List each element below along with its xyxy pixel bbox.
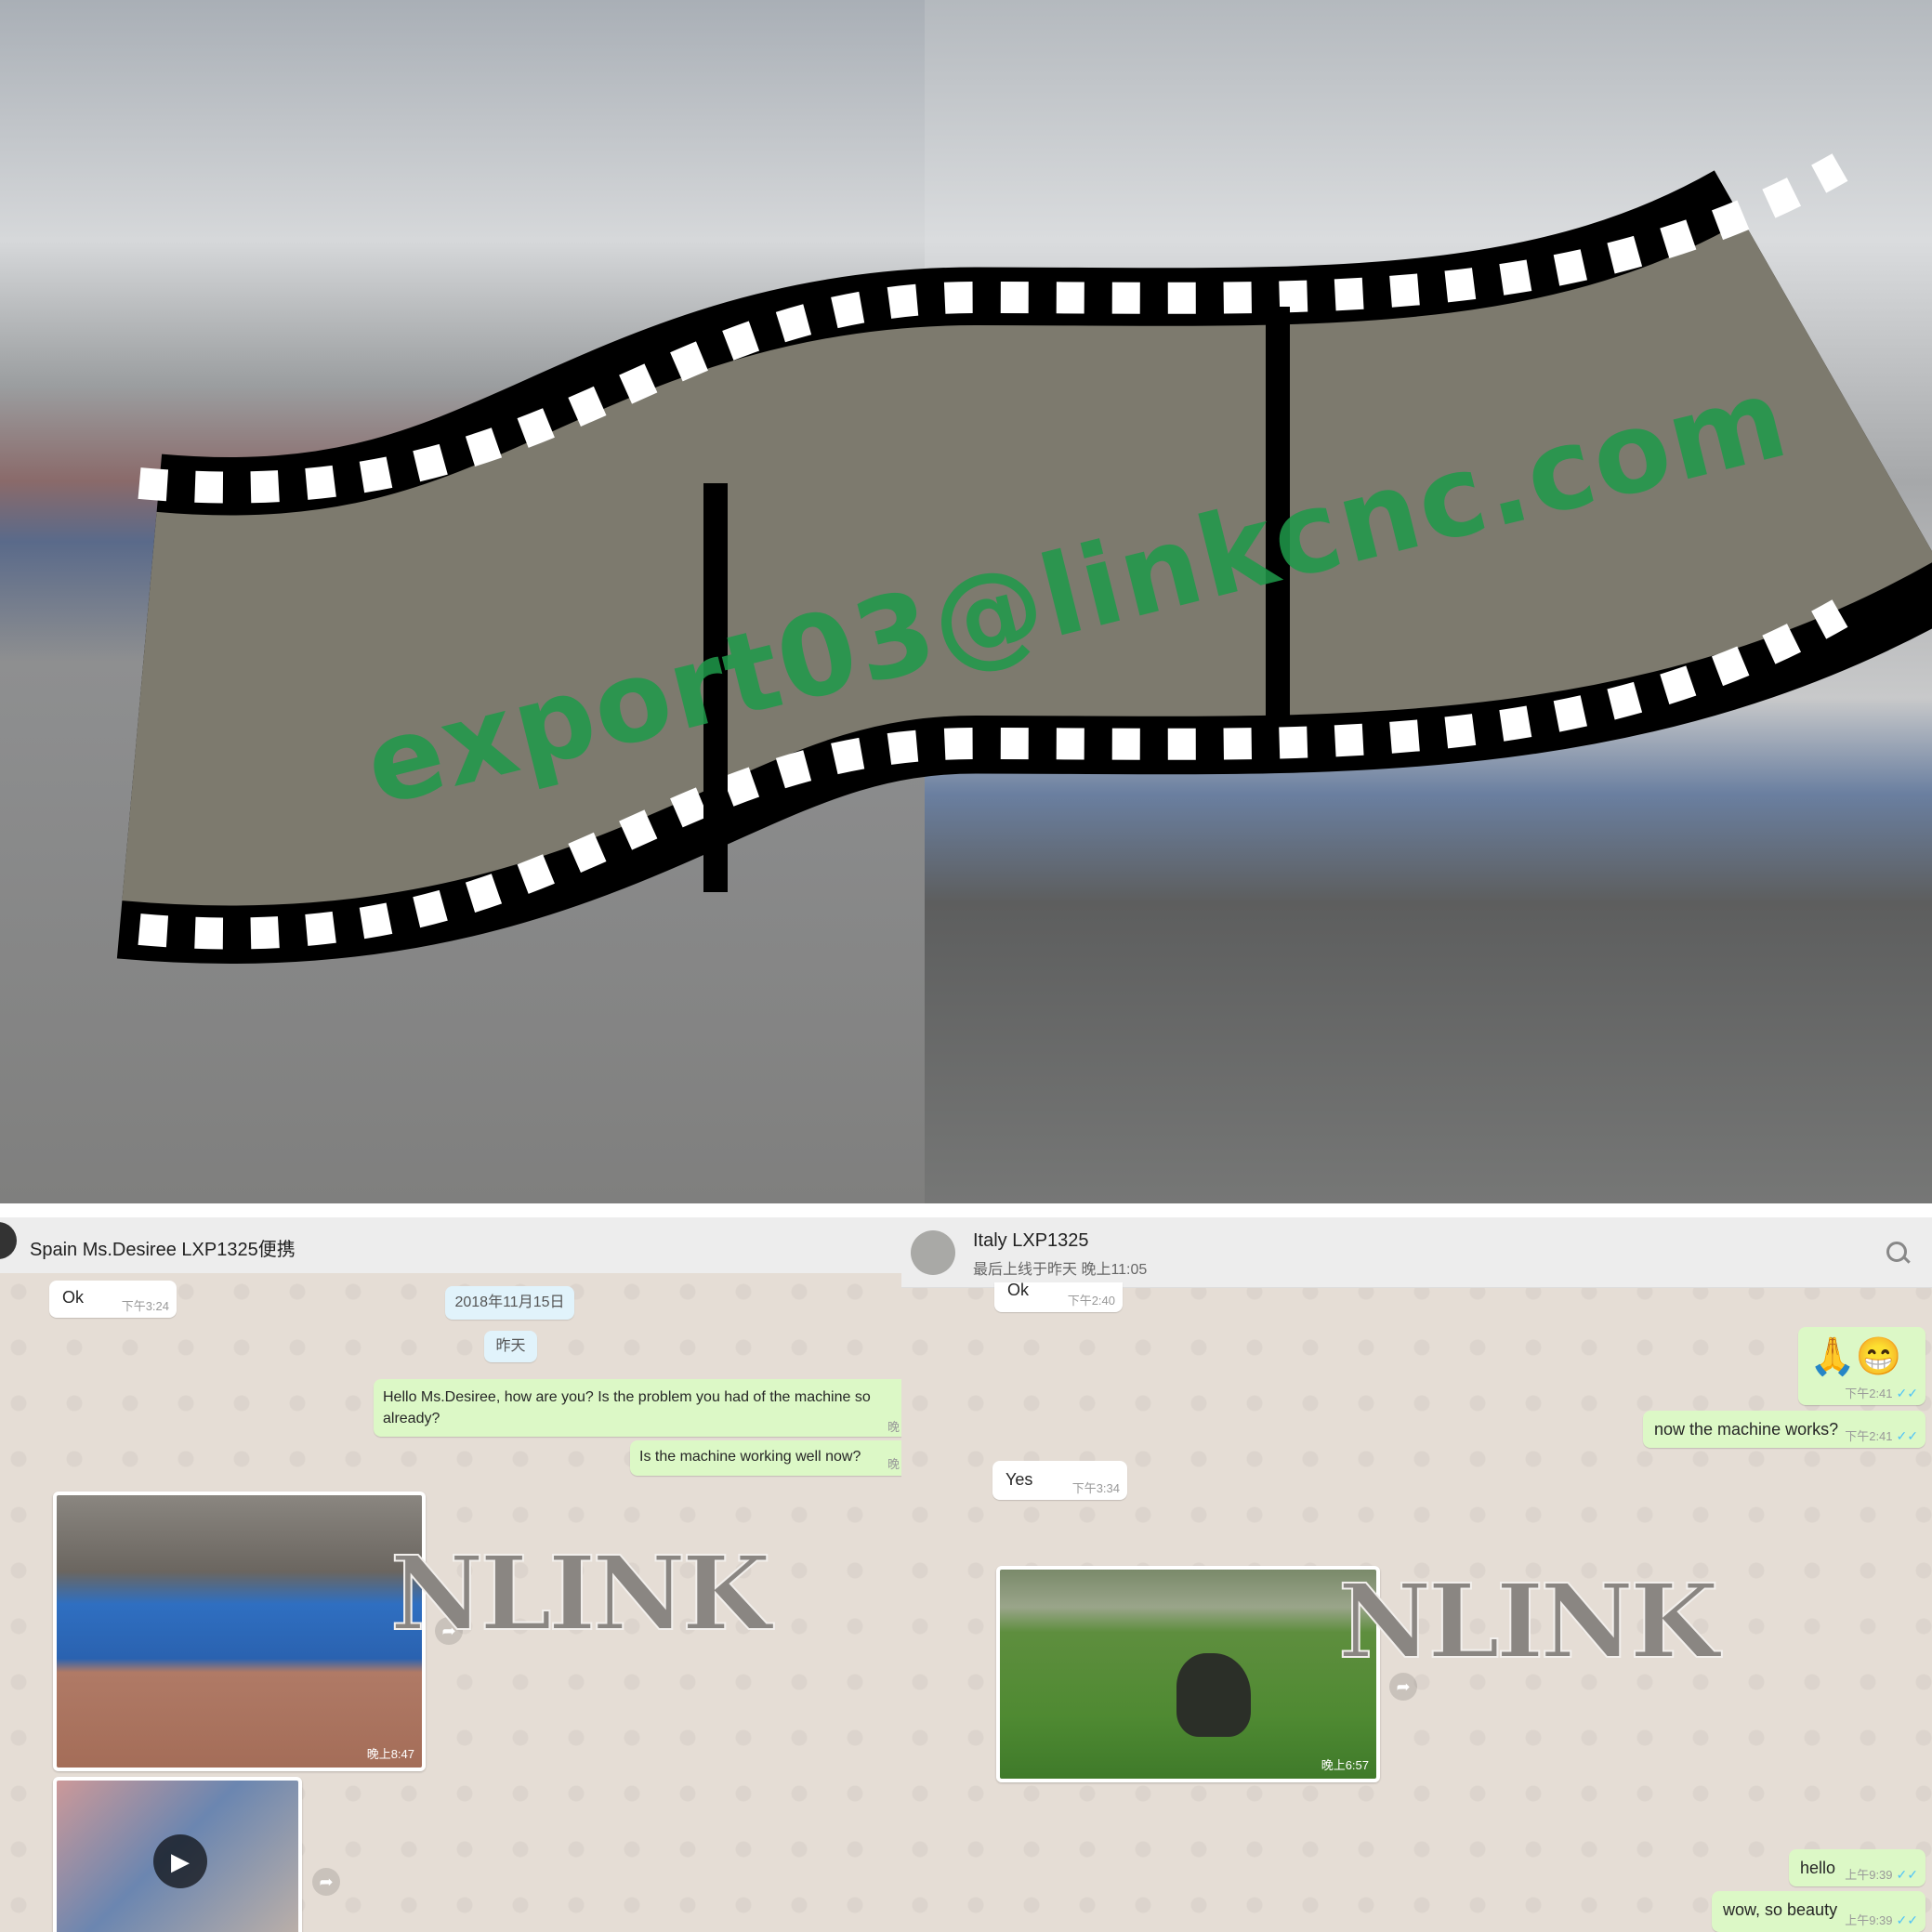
message-text: Ok [1007, 1281, 1030, 1299]
search-icon[interactable] [1886, 1242, 1911, 1264]
message-text: wow, so beauty [1723, 1900, 1838, 1919]
message-outgoing: hello 上午9:39 ✓✓ [1789, 1849, 1925, 1886]
message-text: Yes [1005, 1470, 1033, 1489]
link-watermark: NLINK [389, 1532, 771, 1654]
factory-photo-banner: export03@linkcnc.com [0, 0, 1932, 1203]
image-message[interactable]: 晚上6:57 [996, 1566, 1380, 1782]
chat-header: Italy LXP1325 最后上线于昨天 晚上11:05 [901, 1217, 1932, 1288]
contact-name[interactable]: Italy LXP1325 [973, 1230, 1089, 1252]
message-outgoing: Is the machine working well now? 晚 [630, 1440, 901, 1476]
message-time: 上午9:39 ✓✓ [1845, 1867, 1918, 1882]
message-time: 下午2:40 [1067, 1294, 1115, 1308]
message-time: 晚 [887, 1457, 900, 1471]
right-chat-panel: Italy LXP1325 最后上线于昨天 晚上11:05 Ok 下午2:40 … [901, 1217, 1932, 1932]
message-incoming: Ok 下午2:40 [994, 1281, 1123, 1312]
emoji-message: 🙏😁 [1809, 1336, 1902, 1377]
date-chip: 昨天 [484, 1331, 537, 1362]
read-ticks-icon: ✓✓ [1896, 1386, 1918, 1400]
image-time: 晚上6:57 [1321, 1758, 1369, 1772]
rooster-figure [1176, 1653, 1251, 1737]
message-text: hello [1800, 1859, 1836, 1877]
message-time: 下午3:24 [121, 1299, 169, 1313]
message-outgoing: wow, so beauty 上午9:39 ✓✓ [1712, 1891, 1925, 1932]
play-icon[interactable]: ▶ [153, 1834, 207, 1888]
message-text: Hello Ms.Desiree, how are you? Is the pr… [383, 1389, 871, 1426]
message-incoming: Yes 下午3:34 [992, 1461, 1127, 1500]
message-time: 下午3:34 [1071, 1481, 1120, 1495]
message-text: now the machine works? [1654, 1420, 1839, 1439]
message-time: 上午9:39 ✓✓ [1845, 1912, 1918, 1927]
message-incoming: Ok 下午3:24 [49, 1281, 177, 1318]
message-text: Is the machine working well now? [639, 1449, 861, 1465]
read-ticks-icon: ✓✓ [1896, 1428, 1918, 1443]
message-time: 下午2:41 ✓✓ [1845, 1386, 1918, 1400]
image-message[interactable]: 晚上8:47 [53, 1492, 426, 1771]
forward-icon[interactable]: ➦ [312, 1868, 340, 1896]
message-outgoing: 🙏😁 下午2:41 ✓✓ [1798, 1327, 1925, 1405]
last-seen: 最后上线于昨天 晚上11:05 [973, 1262, 1148, 1278]
image-time: 晚上8:47 [366, 1747, 414, 1761]
message-time: 下午2:41 ✓✓ [1845, 1428, 1918, 1443]
avatar[interactable] [0, 1222, 17, 1259]
date-chip: 2018年11月15日 [445, 1286, 574, 1320]
video-message[interactable]: ▶ [53, 1777, 302, 1932]
contact-name[interactable]: Spain Ms.Desiree LXP1325便携 [30, 1234, 296, 1261]
left-chat-panel: Spain Ms.Desiree LXP1325便携 Ok 下午3:24 201… [0, 1217, 901, 1932]
read-ticks-icon: ✓✓ [1896, 1867, 1918, 1882]
read-ticks-icon: ✓✓ [1896, 1912, 1918, 1927]
link-watermark: NLINK [1337, 1560, 1719, 1682]
avatar[interactable] [911, 1230, 955, 1275]
chat-header: Spain Ms.Desiree LXP1325便携 [0, 1217, 901, 1273]
message-outgoing: Hello Ms.Desiree, how are you? Is the pr… [374, 1379, 901, 1437]
message-text: Ok [62, 1288, 85, 1307]
message-time: 晚 [887, 1420, 900, 1434]
message-outgoing: now the machine works? 下午2:41 ✓✓ [1643, 1411, 1925, 1448]
